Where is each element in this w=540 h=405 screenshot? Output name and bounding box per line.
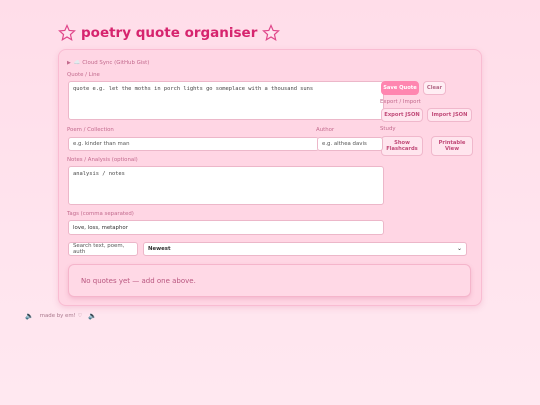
sort-selected: Newest [148, 246, 171, 252]
tags-label: Tags (comma separated) [67, 211, 134, 217]
header: poetry quote organiser [58, 22, 281, 44]
printable-view-button[interactable]: Printable View [431, 136, 473, 156]
author-input[interactable]: e.g. althea davis [317, 137, 383, 151]
save-quote-button[interactable]: Save Quote [381, 81, 419, 95]
search-input[interactable]: Search text, poem, auth [68, 242, 138, 256]
main-card: ▶ ☁️ Cloud Sync (GitHub Gist) Quote / Li… [58, 49, 482, 306]
star-icon [58, 24, 76, 41]
study-label: Study [380, 126, 396, 132]
speaker-icon[interactable]: 🔈 [88, 312, 97, 320]
poem-input[interactable]: e.g. kinder than man [68, 137, 319, 151]
cloud-sync-label: ☁️ Cloud Sync (GitHub Gist) [73, 60, 150, 66]
tags-input[interactable]: love, loss, metaphor [68, 220, 384, 235]
notes-textarea[interactable]: analysis / notes [68, 166, 384, 205]
poem-label: Poem / Collection [67, 127, 114, 133]
notes-label: Notes / Analysis (optional) [67, 157, 138, 163]
footer-text: made by em! ♡ [39, 313, 83, 319]
star-icon [262, 24, 281, 41]
sort-select[interactable]: Newest ⌄ [143, 242, 467, 256]
show-flashcards-button[interactable]: Show Flashcards [381, 136, 423, 156]
import-json-button[interactable]: Import JSON [427, 108, 472, 122]
chevron-down-icon: ⌄ [456, 245, 462, 252]
speaker-icon[interactable]: 🔈 [25, 312, 34, 320]
quotes-empty-state: No quotes yet — add one above. [68, 264, 471, 297]
export-import-label: Export / Import [380, 99, 421, 105]
triangle-right-icon: ▶ [67, 60, 71, 66]
author-label: Author [316, 127, 335, 133]
clear-button[interactable]: Clear [423, 81, 446, 95]
export-json-button[interactable]: Export JSON [381, 108, 423, 122]
cloud-sync-toggle[interactable]: ▶ ☁️ Cloud Sync (GitHub Gist) [67, 60, 149, 66]
footer: 🔈 made by em! ♡ 🔈 [25, 312, 97, 320]
quote-label: Quote / Line [67, 72, 100, 78]
page-title: poetry quote organiser [81, 25, 258, 41]
quote-textarea[interactable]: quote e.g. let the moths in porch lights… [68, 81, 384, 120]
